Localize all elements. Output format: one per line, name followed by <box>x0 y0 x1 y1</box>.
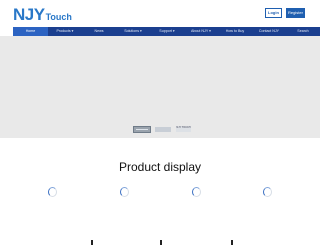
nav-item-products[interactable]: Products ▾ <box>48 27 82 36</box>
logo-subtext: Touch <box>45 12 72 22</box>
njy-touch-logo[interactable]: NJY Touch <box>13 5 72 23</box>
banner-thumbnail-3[interactable]: NJY TOUCH <box>176 126 191 132</box>
banner-thumbnail-2[interactable] <box>155 127 171 132</box>
login-button[interactable]: Login <box>265 8 282 18</box>
product-card-edge <box>91 240 93 245</box>
loading-spinner-icon <box>263 187 272 197</box>
nav-item-news[interactable]: News <box>82 27 116 36</box>
loading-spinner-icon <box>120 187 129 197</box>
product-row-edge <box>0 240 320 245</box>
loading-spinner-icon <box>192 187 201 197</box>
hero-banner <box>0 36 320 138</box>
main-nav: Home Products ▾ News Solutions ▾ Support… <box>13 27 320 36</box>
banner-thumbnail-1[interactable] <box>133 126 151 133</box>
nav-item-about[interactable]: About NJY ▾ <box>184 27 218 36</box>
section-title: Product display <box>118 160 202 174</box>
register-button[interactable]: Register <box>286 8 305 18</box>
thumbnail-caption: NJY TOUCH <box>176 126 191 129</box>
nav-item-contact[interactable]: Contact NJY <box>252 27 286 36</box>
logo-text: NJY <box>13 5 45 24</box>
nav-item-support[interactable]: Support ▾ <box>150 27 184 36</box>
product-card-edge <box>231 240 233 245</box>
nav-item-how-to-buy[interactable]: How to Buy <box>218 27 252 36</box>
loading-spinner-icon <box>48 187 57 197</box>
nav-item-solutions[interactable]: Solutions ▾ <box>116 27 150 36</box>
nav-item-search[interactable]: Search <box>286 27 320 36</box>
product-card-edge <box>160 240 162 245</box>
nav-item-home[interactable]: Home <box>13 27 48 36</box>
site-header: NJY Touch Login Register <box>0 0 320 27</box>
